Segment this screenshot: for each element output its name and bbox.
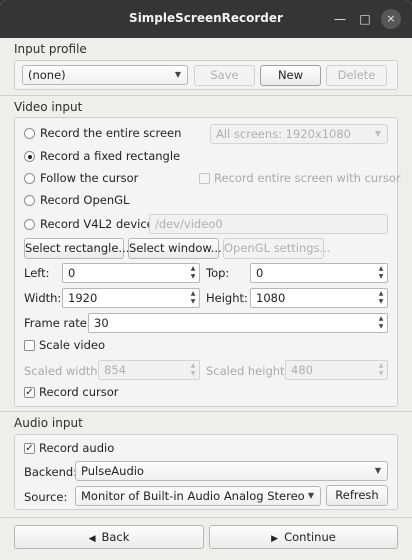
height-label: Height: (206, 291, 248, 305)
scaled-width-spinbox[interactable]: 854 ▲ ▼ (98, 360, 200, 380)
scaled-width-label: Scaled width: (24, 364, 102, 378)
back-button-label: Back (101, 530, 130, 544)
audio-input-heading: Audio input (14, 416, 83, 430)
spin-arrows-icon[interactable]: ▲ ▼ (377, 315, 385, 331)
entire-screen-cursor-checkbox[interactable] (199, 173, 210, 184)
chevron-down-icon: ▼ (307, 491, 314, 500)
scaled-height-label: Scaled height: (206, 364, 289, 378)
close-icon[interactable]: × (381, 9, 401, 29)
refresh-button[interactable]: Refresh (326, 485, 388, 506)
top-label: Top: (206, 266, 230, 280)
radio-follow-cursor[interactable] (24, 173, 35, 184)
radio-fixed-rectangle-label[interactable]: Record a fixed rectangle (40, 149, 180, 163)
continue-arrow-icon: ▶ (271, 534, 279, 544)
height-spinbox[interactable]: 1080 ▲ ▼ (250, 288, 388, 308)
top-value: 0 (256, 266, 264, 280)
radio-v4l2[interactable] (24, 219, 35, 230)
left-value: 0 (68, 266, 76, 280)
window-title: SimpleScreenRecorder (129, 11, 283, 25)
app-window: SimpleScreenRecorder — □ × Input profile… (0, 0, 412, 560)
maximize-icon[interactable]: □ (355, 9, 375, 29)
source-dropdown[interactable]: Monitor of Built-in Audio Analog Stereo … (75, 486, 321, 506)
screens-dropdown-value: All screens: 1920x1080 (216, 127, 352, 141)
left-spinbox[interactable]: 0 ▲ ▼ (62, 263, 200, 283)
spin-arrows-icon[interactable]: ▲ ▼ (377, 290, 385, 306)
radio-opengl-label[interactable]: Record OpenGL (40, 193, 129, 207)
chevron-down-icon: ▼ (174, 70, 181, 79)
save-profile-button[interactable]: Save (194, 65, 255, 86)
record-audio-label[interactable]: Record audio (39, 441, 114, 455)
separator (0, 95, 412, 96)
v4l2-device-input[interactable]: /dev/video0 (149, 214, 388, 234)
frame-rate-label: Frame rate: (24, 316, 91, 330)
source-label: Source: (24, 490, 68, 504)
radio-v4l2-label[interactable]: Record V4L2 device (40, 217, 154, 231)
spin-arrows-icon[interactable]: ▲ ▼ (189, 265, 197, 281)
radio-follow-cursor-label[interactable]: Follow the cursor (40, 171, 138, 185)
opengl-settings-button[interactable]: OpenGL settings... (223, 238, 331, 259)
spin-arrows-icon: ▲ ▼ (378, 362, 384, 377)
select-window-button[interactable]: Select window... (128, 238, 222, 259)
scaled-width-value: 854 (104, 363, 126, 377)
chevron-down-icon: ▼ (374, 466, 381, 475)
input-profile-heading: Input profile (14, 42, 87, 56)
radio-fixed-rectangle[interactable] (24, 151, 35, 162)
back-arrow-icon: ◀ (88, 534, 96, 544)
separator (0, 411, 412, 412)
new-profile-button[interactable]: New (260, 65, 321, 86)
separator (0, 517, 412, 518)
delete-profile-button[interactable]: Delete (326, 65, 387, 86)
profile-dropdown[interactable]: (none) ▼ (22, 65, 188, 85)
source-dropdown-value: Monitor of Built-in Audio Analog Stereo (81, 489, 305, 503)
top-spinbox[interactable]: 0 ▲ ▼ (250, 263, 388, 283)
title-bar[interactable]: SimpleScreenRecorder — □ × (0, 0, 412, 38)
left-label: Left: (24, 266, 50, 280)
continue-button[interactable]: ▶ Continue (209, 525, 398, 549)
video-input-heading: Video input (14, 100, 83, 114)
screens-dropdown[interactable]: All screens: 1920x1080 ▼ (210, 124, 388, 144)
record-audio-checkbox[interactable]: ✓ (24, 443, 35, 454)
entire-screen-cursor-label: Record entire screen with cursor (214, 171, 401, 185)
backend-label: Backend: (24, 465, 78, 479)
radio-entire-screen-label[interactable]: Record the entire screen (40, 126, 181, 140)
scale-video-label[interactable]: Scale video (39, 338, 105, 352)
radio-entire-screen[interactable] (24, 128, 35, 139)
spin-arrows-icon: ▲ ▼ (190, 362, 196, 377)
height-value: 1080 (256, 291, 286, 305)
profile-dropdown-value: (none) (28, 68, 66, 82)
chevron-down-icon: ▼ (374, 129, 381, 138)
backend-dropdown-value: PulseAudio (81, 464, 144, 478)
spin-arrows-icon[interactable]: ▲ ▼ (189, 290, 197, 306)
record-cursor-label[interactable]: Record cursor (39, 385, 118, 399)
scaled-height-spinbox[interactable]: 480 ▲ ▼ (285, 360, 388, 380)
width-label: Width: (24, 291, 62, 305)
minimize-icon[interactable]: — (330, 9, 350, 29)
width-value: 1920 (68, 291, 98, 305)
record-cursor-checkbox[interactable]: ✓ (24, 387, 35, 398)
select-rectangle-button[interactable]: Select rectangle... (24, 238, 129, 259)
back-button[interactable]: ◀ Back (14, 525, 204, 549)
continue-button-label: Continue (284, 530, 336, 544)
scale-video-checkbox[interactable] (24, 340, 35, 351)
backend-dropdown[interactable]: PulseAudio ▼ (75, 461, 388, 481)
frame-rate-spinbox[interactable]: 30 ▲ ▼ (88, 313, 388, 333)
frame-rate-value: 30 (94, 316, 109, 330)
width-spinbox[interactable]: 1920 ▲ ▼ (62, 288, 200, 308)
spin-arrows-icon[interactable]: ▲ ▼ (377, 265, 385, 281)
scaled-height-value: 480 (291, 363, 313, 377)
radio-opengl[interactable] (24, 195, 35, 206)
